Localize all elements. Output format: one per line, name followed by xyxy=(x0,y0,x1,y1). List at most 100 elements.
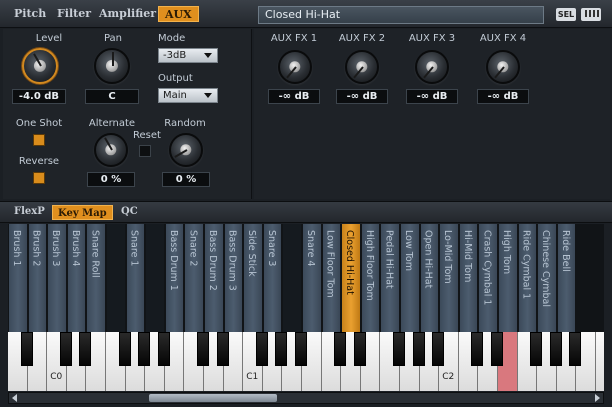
aux-fx-4-value[interactable]: -∞ dB xyxy=(477,89,529,104)
level-knob[interactable] xyxy=(22,48,58,84)
key-lane[interactable]: Snare 4 xyxy=(303,224,321,332)
level-value[interactable]: -4.0 dB xyxy=(12,89,66,104)
piano-black-key[interactable] xyxy=(295,332,307,366)
piano-black-key[interactable] xyxy=(393,332,405,366)
aux-fx-2-knob[interactable] xyxy=(345,50,379,84)
tab-aux[interactable]: AUX xyxy=(158,6,199,22)
reset-button[interactable] xyxy=(139,145,151,157)
key-lane-label: Snare 3 xyxy=(265,230,277,267)
piano-black-key[interactable] xyxy=(334,332,347,366)
tab-flexp[interactable]: FlexP xyxy=(14,206,45,217)
scroll-thumb[interactable] xyxy=(149,394,277,402)
key-lane[interactable]: High Tom xyxy=(499,224,517,332)
key-lane[interactable]: Crash Cymbal 1 xyxy=(479,224,497,332)
key-lane[interactable]: Snare 1 xyxy=(126,224,145,332)
aux-fx-3-knob[interactable] xyxy=(415,50,449,84)
aux-fx-1-value[interactable]: -∞ dB xyxy=(268,89,320,104)
key-lane[interactable]: Side Stick xyxy=(244,224,262,332)
key-lane[interactable]: Hi-Mid Tom xyxy=(459,224,478,332)
aux-fx-3-value[interactable]: -∞ dB xyxy=(406,89,458,104)
reverse-toggle[interactable] xyxy=(33,172,45,184)
key-lane[interactable]: Bass Drum 2 xyxy=(205,224,223,332)
mode-dropdown[interactable]: -3dB xyxy=(158,48,218,63)
tab-filter[interactable]: Filter xyxy=(57,7,91,20)
key-lane-label: Lo-Mid Tom xyxy=(442,230,454,284)
key-lane-empty[interactable] xyxy=(283,224,301,332)
random-value[interactable]: 0 % xyxy=(162,172,210,187)
key-lane[interactable]: Snare Roll xyxy=(87,224,105,332)
key-lane[interactable]: Bass Drum 3 xyxy=(224,224,243,332)
key-lane[interactable]: Chinese Cymbal xyxy=(538,224,556,332)
alternate-value[interactable]: 0 % xyxy=(87,172,135,187)
output-value: Main xyxy=(163,90,187,101)
key-lane[interactable]: Low Tom xyxy=(401,224,419,332)
aux-fx-4-knob[interactable] xyxy=(486,50,520,84)
reverse-label: Reverse xyxy=(18,156,60,167)
piano-black-key[interactable] xyxy=(20,332,33,366)
piano-black-key[interactable] xyxy=(138,332,151,366)
key-lane-label: Pedal Hi-Hat xyxy=(383,230,395,289)
key-lane-label: High Tom xyxy=(501,230,512,275)
key-lane[interactable]: Low Floor Tom xyxy=(322,224,341,332)
tab-key-map[interactable]: Key Map xyxy=(52,205,113,220)
alternate-knob[interactable] xyxy=(94,133,128,167)
key-lane-label: Chinese Cymbal xyxy=(540,230,552,307)
piano-black-key[interactable] xyxy=(549,332,562,366)
piano-black-key[interactable] xyxy=(197,332,209,366)
key-lane[interactable]: Pedal Hi-Hat xyxy=(381,224,399,332)
key-lane[interactable]: Brush 2 xyxy=(28,224,47,332)
oneshot-toggle[interactable] xyxy=(33,134,45,146)
piano-black-key[interactable] xyxy=(275,332,288,366)
key-map-area: Brush 1 Brush 2 Brush 3 Brush 4 Snare Roll Sn… xyxy=(8,224,604,391)
key-lane-label: Low Tom xyxy=(403,230,414,271)
key-lane[interactable]: Brush 3 xyxy=(48,224,66,332)
sel-button[interactable]: SEL xyxy=(556,8,576,21)
key-lane[interactable]: Brush 1 xyxy=(9,224,27,332)
scroll-right-icon[interactable] xyxy=(595,394,600,402)
preset-name-field[interactable]: Closed Hi-Hat xyxy=(258,6,544,24)
key-lane[interactable]: Snare 3 xyxy=(263,224,282,332)
piano-black-key[interactable] xyxy=(157,332,170,366)
key-lane[interactable]: High Floor Tom xyxy=(361,224,380,332)
key-lane[interactable]: Bass Drum 1 xyxy=(165,224,184,332)
tab-pitch[interactable]: Pitch xyxy=(14,7,46,20)
piano-black-key[interactable] xyxy=(255,332,268,366)
key-lane[interactable]: Lo-Mid Tom xyxy=(440,224,458,332)
aux-fx-2-value[interactable]: -∞ dB xyxy=(336,89,388,104)
random-knob[interactable] xyxy=(169,133,203,167)
key-lane[interactable]: Brush 4 xyxy=(67,224,86,332)
key-lane-empty[interactable] xyxy=(107,224,125,332)
keymap-scrollbar[interactable] xyxy=(8,392,604,404)
key-lane[interactable]: Ride Cymbal 1 xyxy=(518,224,537,332)
piano-white-key[interactable] xyxy=(596,332,604,391)
piano-black-key[interactable] xyxy=(59,332,72,366)
key-lane[interactable]: Ride Bell xyxy=(557,224,576,332)
pan-value[interactable]: C xyxy=(85,89,139,104)
pan-label: Pan xyxy=(103,33,123,44)
key-lane-label: Brush 2 xyxy=(30,230,42,267)
piano-black-key[interactable] xyxy=(530,332,543,366)
key-lane[interactable]: Snare 2 xyxy=(185,224,203,332)
aux-fx-1-knob[interactable] xyxy=(278,50,312,84)
pan-knob[interactable] xyxy=(94,48,130,84)
key-lane[interactable]: Closed Hi-Hat xyxy=(342,224,360,332)
piano-black-key[interactable] xyxy=(412,332,425,366)
keyboard-icon[interactable] xyxy=(581,8,601,21)
piano-black-key[interactable] xyxy=(216,332,229,366)
output-dropdown[interactable]: Main xyxy=(158,88,218,103)
reset-label: Reset xyxy=(133,130,161,141)
piano-black-key[interactable] xyxy=(491,332,503,366)
key-lane-label: Brush 4 xyxy=(69,230,81,267)
tab-amplifier[interactable]: Amplifier xyxy=(99,7,156,20)
piano-black-key[interactable] xyxy=(353,332,366,366)
piano-black-key[interactable] xyxy=(432,332,445,366)
piano-black-key[interactable] xyxy=(79,332,92,366)
key-lane-empty[interactable] xyxy=(146,224,164,332)
key-lane[interactable]: Open Hi-Hat xyxy=(420,224,439,332)
piano-black-key[interactable] xyxy=(118,332,131,366)
piano-black-key[interactable] xyxy=(471,332,484,366)
piano-black-key[interactable] xyxy=(569,332,582,366)
tab-qc[interactable]: QC xyxy=(121,206,138,217)
scroll-left-icon[interactable] xyxy=(12,394,17,402)
key-lane-label: Brush 3 xyxy=(50,230,62,267)
